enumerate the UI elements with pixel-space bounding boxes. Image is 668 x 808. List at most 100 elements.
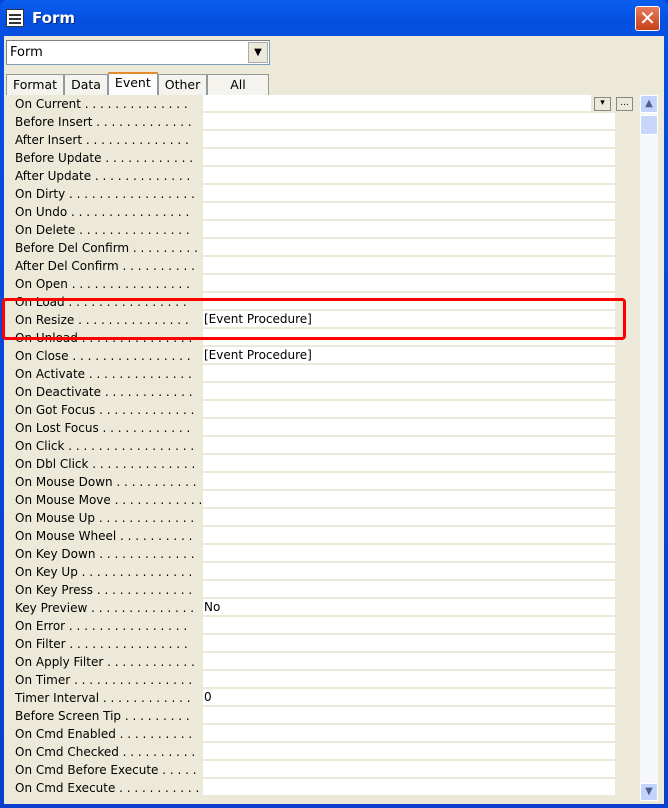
property-row: After Update . . . . . . . . . . . . . bbox=[6, 167, 616, 185]
property-value[interactable] bbox=[203, 491, 615, 507]
property-value[interactable] bbox=[203, 221, 615, 237]
property-value[interactable] bbox=[203, 527, 615, 543]
property-value[interactable] bbox=[203, 239, 615, 255]
property-label[interactable]: On Got Focus . . . . . . . . . . . . . bbox=[15, 403, 203, 417]
property-row: On Timer . . . . . . . . . . . . . . . . bbox=[6, 671, 616, 689]
property-label[interactable]: On Cmd Checked . . . . . . . . . . bbox=[15, 745, 203, 759]
property-value[interactable] bbox=[203, 473, 615, 489]
property-label[interactable]: After Update . . . . . . . . . . . . . bbox=[15, 169, 203, 183]
property-label[interactable]: On Timer . . . . . . . . . . . . . . . . bbox=[15, 673, 203, 687]
property-label[interactable]: On Close . . . . . . . . . . . . . . . . bbox=[15, 349, 203, 363]
property-label[interactable]: On Key Down . . . . . . . . . . . . . bbox=[15, 547, 203, 561]
property-label[interactable]: On Mouse Up . . . . . . . . . . . . . bbox=[15, 511, 203, 525]
property-value[interactable] bbox=[203, 509, 615, 525]
property-label[interactable]: On Lost Focus . . . . . . . . . . . . bbox=[15, 421, 203, 435]
property-value[interactable] bbox=[203, 419, 615, 435]
property-label[interactable]: On Cmd Execute . . . . . . . . . . . bbox=[15, 781, 203, 795]
property-row: After Del Confirm . . . . . . . . . . bbox=[6, 257, 616, 275]
tab-data[interactable]: Data bbox=[64, 74, 108, 95]
tab-format[interactable]: Format bbox=[6, 74, 65, 95]
property-value[interactable] bbox=[203, 185, 615, 201]
property-value[interactable] bbox=[203, 131, 615, 147]
property-label[interactable]: Key Preview . . . . . . . . . . . . . . bbox=[15, 601, 203, 615]
property-label[interactable]: On Apply Filter . . . . . . . . . . . . bbox=[15, 655, 203, 669]
property-label[interactable]: On Dirty . . . . . . . . . . . . . . . .… bbox=[15, 187, 203, 201]
property-value[interactable] bbox=[203, 455, 615, 471]
property-label[interactable]: On Deactivate . . . . . . . . . . . . bbox=[15, 385, 203, 399]
property-label[interactable]: On Mouse Down . . . . . . . . . . . bbox=[15, 475, 203, 489]
chevron-down-icon[interactable]: ▼ bbox=[248, 42, 268, 63]
property-label[interactable]: On Activate . . . . . . . . . . . . . . bbox=[15, 367, 203, 381]
property-value[interactable] bbox=[203, 563, 615, 579]
property-label[interactable]: On Filter . . . . . . . . . . . . . . . … bbox=[15, 637, 203, 651]
property-value[interactable] bbox=[203, 257, 615, 273]
property-label[interactable]: Timer Interval . . . . . . . . . . . . bbox=[15, 691, 203, 705]
property-value[interactable]: 0 bbox=[203, 689, 615, 705]
property-value[interactable] bbox=[203, 743, 615, 759]
property-label[interactable]: On Error . . . . . . . . . . . . . . . . bbox=[15, 619, 203, 633]
property-row: On Mouse Down . . . . . . . . . . . bbox=[6, 473, 616, 491]
property-value[interactable]: [Event Procedure] bbox=[203, 347, 615, 363]
property-value[interactable] bbox=[203, 779, 615, 795]
object-selector[interactable]: Form ▼ bbox=[6, 40, 270, 65]
property-value[interactable] bbox=[203, 203, 615, 219]
property-value[interactable] bbox=[203, 383, 615, 399]
property-label[interactable]: Before Update . . . . . . . . . . . . bbox=[15, 151, 203, 165]
property-label[interactable]: After Insert . . . . . . . . . . . . . . bbox=[15, 133, 203, 147]
property-row: On Dbl Click . . . . . . . . . . . . . . bbox=[6, 455, 616, 473]
property-label[interactable]: On Open . . . . . . . . . . . . . . . . bbox=[15, 277, 203, 291]
property-label[interactable]: On Key Press . . . . . . . . . . . . . bbox=[15, 583, 203, 597]
tab-event[interactable]: Event bbox=[107, 72, 158, 95]
property-value[interactable] bbox=[203, 581, 615, 597]
close-button[interactable]: ✕ bbox=[635, 6, 660, 31]
property-value[interactable] bbox=[203, 761, 615, 777]
property-label[interactable]: On Dbl Click . . . . . . . . . . . . . . bbox=[15, 457, 203, 471]
property-row: Before Update . . . . . . . . . . . . bbox=[6, 149, 616, 167]
property-label[interactable]: On Key Up . . . . . . . . . . . . . . . bbox=[15, 565, 203, 579]
property-label[interactable]: On Cmd Before Execute . . . . . bbox=[15, 763, 203, 777]
property-value[interactable] bbox=[203, 167, 615, 183]
scroll-down-icon[interactable]: ▼ bbox=[640, 783, 658, 801]
dropdown-button[interactable]: ▾ bbox=[594, 97, 611, 111]
property-row: Key Preview . . . . . . . . . . . . . .N… bbox=[6, 599, 616, 617]
property-value[interactable] bbox=[203, 653, 615, 669]
title-bar[interactable]: Form ✕ bbox=[0, 0, 668, 36]
property-value[interactable] bbox=[203, 365, 615, 381]
builder-button[interactable]: ... bbox=[616, 97, 633, 111]
property-value[interactable]: No bbox=[203, 599, 615, 615]
property-value[interactable] bbox=[203, 95, 591, 111]
property-value[interactable] bbox=[203, 275, 615, 291]
tab-strip: Format Data Event Other All bbox=[6, 72, 269, 95]
property-value[interactable] bbox=[203, 635, 615, 651]
scroll-up-icon[interactable]: ▲ bbox=[640, 95, 658, 113]
property-value[interactable] bbox=[203, 401, 615, 417]
property-row: On Cmd Checked . . . . . . . . . . bbox=[6, 743, 616, 761]
tab-other[interactable]: Other bbox=[157, 74, 208, 95]
property-label[interactable]: On Click . . . . . . . . . . . . . . . .… bbox=[15, 439, 203, 453]
property-value[interactable] bbox=[203, 113, 615, 129]
tab-all[interactable]: All bbox=[207, 74, 269, 95]
property-label[interactable]: Before Insert . . . . . . . . . . . . . bbox=[15, 115, 203, 129]
property-label[interactable]: On Mouse Wheel . . . . . . . . . . bbox=[15, 529, 203, 543]
property-value[interactable] bbox=[203, 725, 615, 741]
property-value[interactable] bbox=[203, 617, 615, 633]
property-label[interactable]: On Cmd Enabled . . . . . . . . . . bbox=[15, 727, 203, 741]
property-label[interactable]: On Undo . . . . . . . . . . . . . . . . bbox=[15, 205, 203, 219]
highlight-box bbox=[2, 298, 626, 340]
property-label[interactable]: On Mouse Move . . . . . . . . . . . . bbox=[15, 493, 203, 507]
property-value[interactable] bbox=[203, 707, 615, 723]
form-properties-icon bbox=[6, 9, 24, 27]
scroll-thumb[interactable] bbox=[640, 115, 658, 135]
vertical-scrollbar[interactable]: ▲ ▼ bbox=[640, 95, 658, 801]
property-value[interactable] bbox=[203, 545, 615, 561]
property-value[interactable] bbox=[203, 671, 615, 687]
property-label[interactable]: After Del Confirm . . . . . . . . . . bbox=[15, 259, 203, 273]
property-row: On Cmd Enabled . . . . . . . . . . bbox=[6, 725, 616, 743]
property-value[interactable] bbox=[203, 437, 615, 453]
property-row: After Insert . . . . . . . . . . . . . . bbox=[6, 131, 616, 149]
property-label[interactable]: On Current . . . . . . . . . . . . . . bbox=[15, 97, 203, 111]
property-label[interactable]: Before Del Confirm . . . . . . . . . bbox=[15, 241, 203, 255]
property-label[interactable]: Before Screen Tip . . . . . . . . . bbox=[15, 709, 203, 723]
property-value[interactable] bbox=[203, 149, 615, 165]
property-label[interactable]: On Delete . . . . . . . . . . . . . . . bbox=[15, 223, 203, 237]
